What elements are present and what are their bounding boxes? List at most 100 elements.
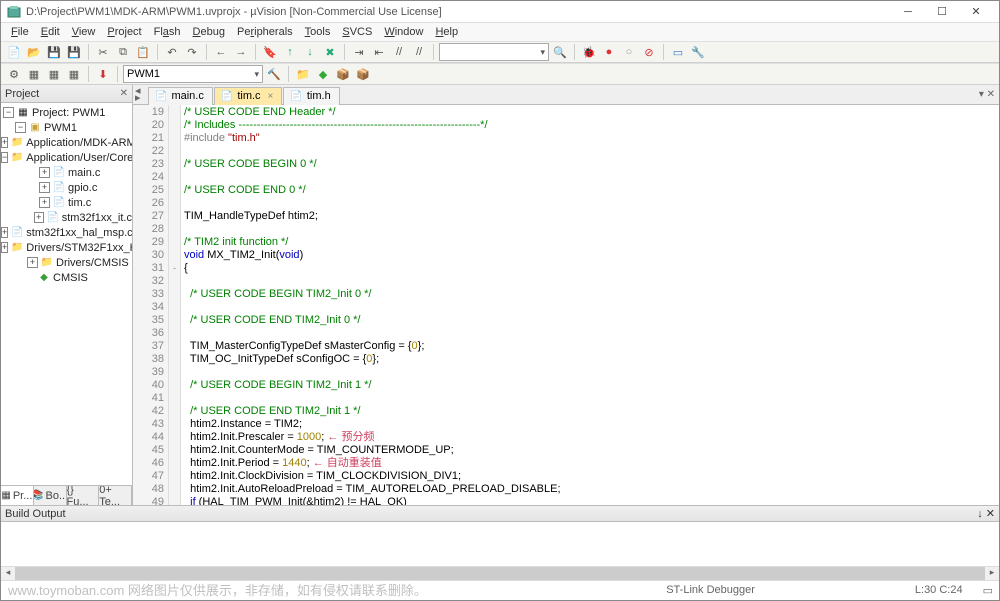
file-tab-main[interactable]: 📄main.c xyxy=(148,87,213,105)
menu-svcs[interactable]: SVCS xyxy=(336,25,378,39)
tree-toggle[interactable]: + xyxy=(1,242,8,253)
batch-build-icon[interactable]: ▦ xyxy=(65,65,83,83)
tree-toggle[interactable]: + xyxy=(1,227,8,238)
menu-tools[interactable]: Tools xyxy=(299,25,337,39)
file-tab-tim-c[interactable]: 📄tim.c× xyxy=(214,87,283,105)
target-options-icon[interactable]: 🔨 xyxy=(265,65,283,83)
new-file-icon[interactable]: 📄 xyxy=(5,43,23,61)
bookmark-clear-icon[interactable]: ✖ xyxy=(321,43,339,61)
paste-icon[interactable]: 📋 xyxy=(134,43,152,61)
cut-icon[interactable]: ✂ xyxy=(94,43,112,61)
redo-icon[interactable]: ↷ xyxy=(183,43,201,61)
tree-file[interactable]: main.c xyxy=(68,167,100,179)
bookmark-next-icon[interactable]: ↓ xyxy=(301,43,319,61)
tab-nav-icon[interactable]: ◂▸ xyxy=(135,88,141,102)
menu-flash[interactable]: Flash xyxy=(148,25,187,39)
open-icon[interactable]: 📂 xyxy=(25,43,43,61)
breakpoint-icon[interactable]: ● xyxy=(600,43,618,61)
code-area[interactable]: /* USER CODE END Header *//* Includes --… xyxy=(181,105,999,505)
rebuild-icon[interactable]: ▦ xyxy=(45,65,63,83)
menu-edit[interactable]: Edit xyxy=(35,25,66,39)
tree-group[interactable]: Drivers/STM32F1xx_HAL_Driver xyxy=(26,242,132,254)
window-icon[interactable]: ▭ xyxy=(669,43,687,61)
tree-group[interactable]: Application/User/Core xyxy=(26,152,132,164)
status-mode-icon: ▭ xyxy=(983,584,993,597)
pane-tab-books[interactable]: 📚 Bo... xyxy=(34,486,67,505)
menu-peripherals[interactable]: Peripherals xyxy=(231,25,299,39)
menu-file[interactable]: File xyxy=(5,25,35,39)
folder-icon: 📁 xyxy=(11,152,23,164)
pane-close-icon[interactable]: ✕ xyxy=(120,88,128,99)
tree-group[interactable]: Drivers/CMSIS xyxy=(56,257,129,269)
download-icon[interactable]: ⬇ xyxy=(94,65,112,83)
pane-tab-templates[interactable]: 0+ Te... xyxy=(99,486,132,505)
menu-project[interactable]: Project xyxy=(101,25,147,39)
tree-file[interactable]: tim.c xyxy=(68,197,91,209)
find-icon[interactable]: 🔍 xyxy=(551,43,569,61)
build-output-scrollbar[interactable]: ◂▸ xyxy=(1,566,999,580)
tree-toggle[interactable]: − xyxy=(3,107,14,118)
pane-tab-project[interactable]: ▦ Pr... xyxy=(1,486,34,505)
save-icon[interactable]: 💾 xyxy=(45,43,63,61)
copy-icon[interactable]: ⧉ xyxy=(114,43,132,61)
code-editor[interactable]: 1920212223242526272829303132333435363738… xyxy=(133,105,999,505)
status-bar: ST-Link Debugger L:30 C:24 ▭ xyxy=(1,580,999,600)
bookmark-icon[interactable]: 🔖 xyxy=(261,43,279,61)
config-icon[interactable]: 🔧 xyxy=(689,43,707,61)
tree-group[interactable]: Application/MDK-ARM xyxy=(26,137,132,149)
build-icon[interactable]: ▦ xyxy=(25,65,43,83)
minimize-button[interactable]: ─ xyxy=(891,2,925,22)
kill-bp-icon[interactable]: ⊘ xyxy=(640,43,658,61)
fold-gutter[interactable]: ---- xyxy=(169,105,181,505)
build-target-icon[interactable]: ⚙ xyxy=(5,65,23,83)
file-tab-strip: ◂▸ 📄main.c 📄tim.c× 📄tim.h ▾ ✕ xyxy=(133,85,999,105)
manage-icon[interactable]: 📁 xyxy=(294,65,312,83)
save-all-icon[interactable]: 💾 xyxy=(65,43,83,61)
tree-group[interactable]: CMSIS xyxy=(53,272,88,284)
uncomment-icon[interactable]: // xyxy=(410,43,428,61)
tree-toggle[interactable]: − xyxy=(15,122,26,133)
line-gutter: 1920212223242526272829303132333435363738… xyxy=(133,105,169,505)
tree-file[interactable]: stm32f1xx_it.c xyxy=(62,212,132,224)
project-tree[interactable]: −▦Project: PWM1 −▣PWM1 +📁Application/MDK… xyxy=(1,103,132,485)
select-pack-icon[interactable]: 📦 xyxy=(334,65,352,83)
disable-bp-icon[interactable]: ○ xyxy=(620,43,638,61)
tree-toggle[interactable]: − xyxy=(1,152,8,163)
find-combo[interactable]: ▾ xyxy=(439,43,549,61)
tree-root[interactable]: Project: PWM1 xyxy=(32,107,105,119)
nav-fwd-icon[interactable]: → xyxy=(232,43,250,61)
close-button[interactable]: ✕ xyxy=(959,2,993,22)
target-combo[interactable]: PWM1▾ xyxy=(123,65,263,83)
tree-toggle[interactable]: + xyxy=(34,212,44,223)
pane-tab-functions[interactable]: {} Fu... xyxy=(67,486,100,505)
tree-toggle[interactable]: + xyxy=(39,182,50,193)
indent-icon[interactable]: ⇥ xyxy=(350,43,368,61)
nav-back-icon[interactable]: ← xyxy=(212,43,230,61)
build-output-body[interactable] xyxy=(1,522,999,566)
menu-debug[interactable]: Debug xyxy=(187,25,231,39)
tab-menu-icon[interactable]: ▾ ✕ xyxy=(979,89,995,100)
manage-rte-icon[interactable]: ◆ xyxy=(314,65,332,83)
tree-file[interactable]: gpio.c xyxy=(68,182,97,194)
debug-icon[interactable]: 🐞 xyxy=(580,43,598,61)
tree-toggle[interactable]: + xyxy=(27,257,38,268)
outdent-icon[interactable]: ⇤ xyxy=(370,43,388,61)
bookmark-prev-icon[interactable]: ↑ xyxy=(281,43,299,61)
comment-icon[interactable]: // xyxy=(390,43,408,61)
pane-close-icon[interactable]: ↓ ✕ xyxy=(977,507,995,520)
tree-file[interactable]: stm32f1xx_hal_msp.c xyxy=(26,227,132,239)
menu-help[interactable]: Help xyxy=(429,25,464,39)
undo-icon[interactable]: ↶ xyxy=(163,43,181,61)
menu-view[interactable]: View xyxy=(66,25,102,39)
tree-toggle[interactable]: + xyxy=(39,197,50,208)
tree-toggle[interactable]: + xyxy=(39,167,50,178)
pack-installer-icon[interactable]: 📦 xyxy=(354,65,372,83)
close-tab-icon[interactable]: × xyxy=(268,91,274,102)
project-pane-header: Project ✕ xyxy=(1,85,132,103)
maximize-button[interactable]: ☐ xyxy=(925,2,959,22)
tree-toggle[interactable]: + xyxy=(1,137,8,148)
tree-target[interactable]: PWM1 xyxy=(44,122,77,134)
file-icon: 📄 xyxy=(290,91,302,102)
menu-window[interactable]: Window xyxy=(378,25,429,39)
file-tab-tim-h[interactable]: 📄tim.h xyxy=(283,87,339,105)
